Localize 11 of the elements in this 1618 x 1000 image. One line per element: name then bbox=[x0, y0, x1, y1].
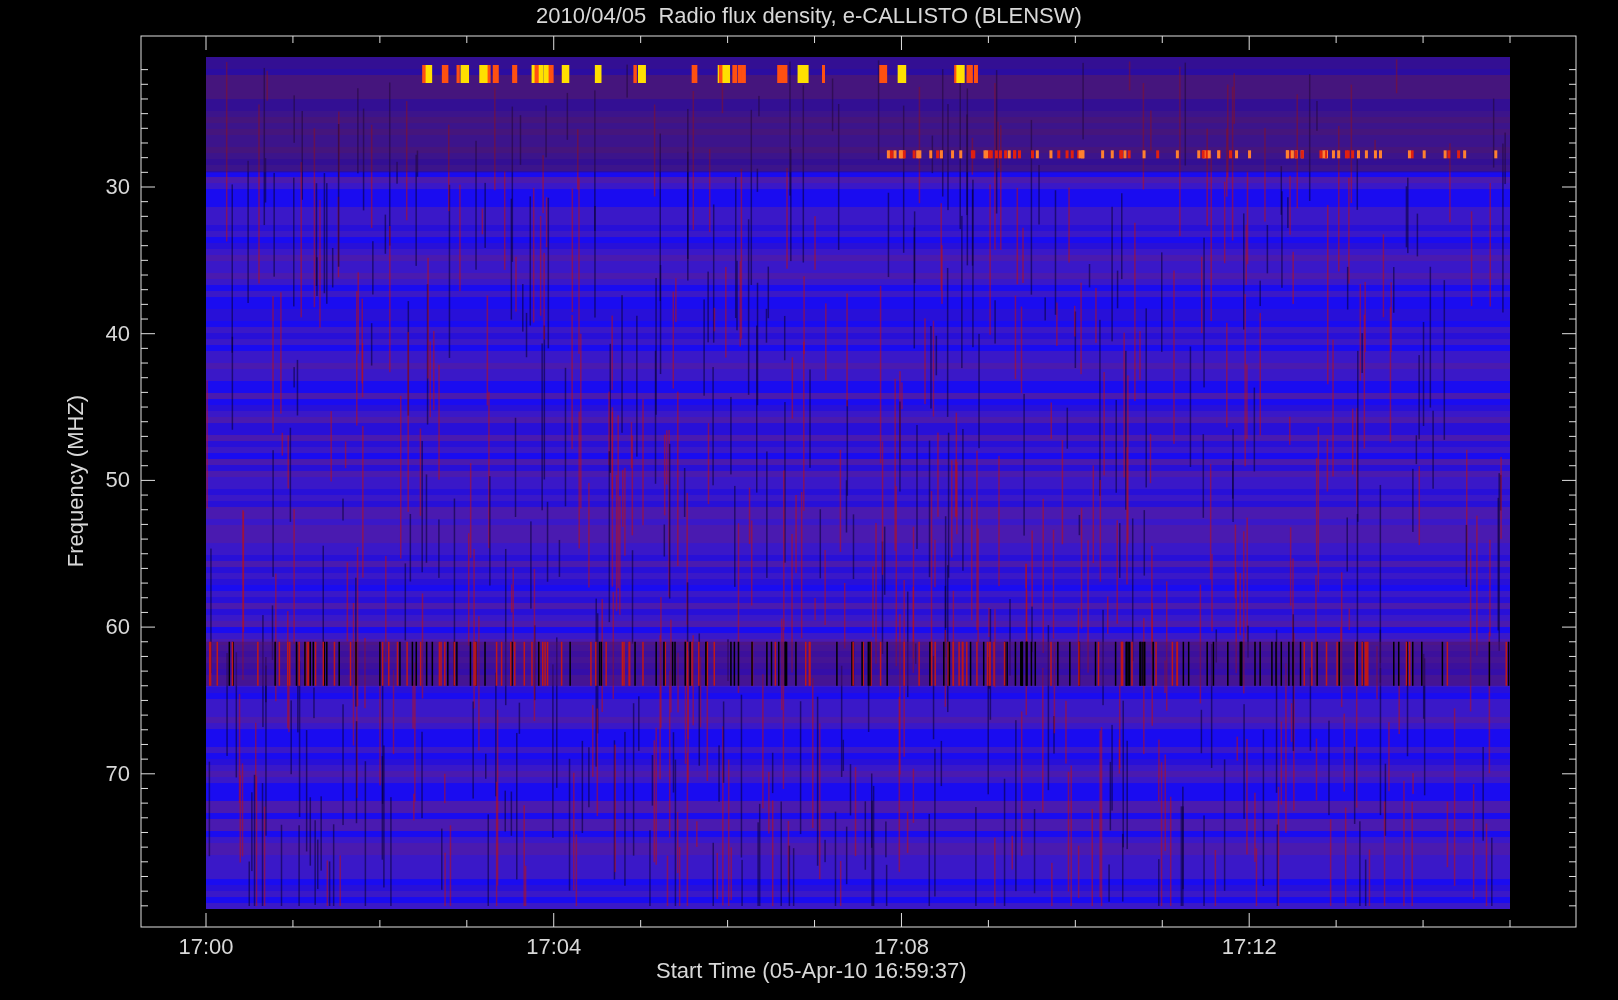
y-tick-label: 70 bbox=[104, 762, 130, 785]
x-tick-label: 17:00 bbox=[177, 936, 235, 958]
y-axis-label: Frequency (MHZ) bbox=[65, 393, 87, 570]
x-tick-label: 17:08 bbox=[872, 936, 930, 958]
x-tick-label: 17:04 bbox=[525, 936, 583, 958]
chart-title: 2010/04/05 Radio flux density, e-CALLISTO (BLENSW) bbox=[535, 5, 1083, 27]
x-tick-label: 17:12 bbox=[1220, 936, 1278, 958]
x-axis-label: Start Time (05-Apr-10 16:59:37) bbox=[656, 960, 967, 982]
y-tick-label: 30 bbox=[104, 176, 130, 198]
y-tick-label: 60 bbox=[104, 616, 130, 639]
y-tick-label: 40 bbox=[104, 322, 130, 345]
